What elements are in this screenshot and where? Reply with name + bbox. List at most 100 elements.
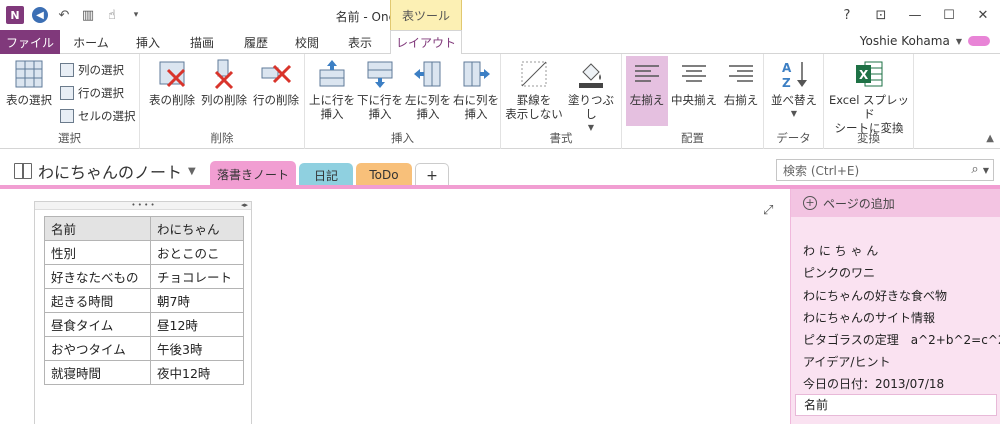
section-tab-drawing[interactable]: 落書きノート bbox=[210, 161, 296, 187]
hide-borders-label1: 罫線を bbox=[516, 93, 552, 107]
page-list-item[interactable]: わ に ち ゃ ん bbox=[803, 242, 878, 259]
table-cell[interactable]: おとこのこ bbox=[150, 240, 244, 265]
table-cell[interactable]: 性別 bbox=[44, 240, 151, 265]
tab-layout[interactable]: レイアウト bbox=[390, 30, 462, 55]
page-list-item[interactable]: ピタゴラスの定理 a^2+b^2=c^2 bbox=[803, 331, 1000, 348]
table-row[interactable]: 性別 おとこのこ bbox=[44, 240, 244, 265]
window-controls: ? ⊡ — ☐ ✕ bbox=[830, 0, 1000, 30]
group-label-delete: 削除 bbox=[210, 131, 234, 145]
table-cell[interactable]: 夜中12時 bbox=[150, 360, 244, 385]
delete-table-button[interactable]: 表の削除 bbox=[146, 58, 198, 107]
search-icon[interactable]: ⌕ ▼ bbox=[971, 162, 989, 177]
table-row[interactable]: 好きなたべもの チョコレート bbox=[44, 264, 244, 289]
tab-file[interactable]: ファイル bbox=[0, 30, 60, 54]
shading-label: 塗りつぶし bbox=[567, 93, 615, 121]
add-page-button[interactable]: + ページの追加 bbox=[791, 189, 1000, 217]
svg-text:A: A bbox=[782, 61, 792, 75]
table-grid-icon bbox=[15, 60, 43, 88]
page-canvas[interactable]: • • • • ◂▸ 名前 わにちゃん 性別 おとこのこ 好きなたべもの チョコレート 起きる… bbox=[0, 189, 790, 424]
align-right-label: 右揃え bbox=[723, 93, 759, 107]
search-input[interactable]: 検索 (Ctrl+E) ⌕ ▼ bbox=[776, 159, 994, 181]
select-column-button[interactable]: 列の選択 bbox=[60, 60, 124, 80]
tab-insert[interactable]: 挿入 bbox=[122, 30, 174, 54]
align-right-icon bbox=[729, 65, 753, 82]
table-cell[interactable]: 朝7時 bbox=[150, 288, 244, 313]
table-row[interactable]: おやつタイム 午後3時 bbox=[44, 336, 244, 361]
align-right-button[interactable]: 右揃え bbox=[720, 58, 762, 107]
collapse-ribbon-icon[interactable]: ▲ bbox=[986, 133, 994, 144]
convert-to-excel-button[interactable]: X Excel スプレッド シートに変換 bbox=[826, 58, 912, 135]
table-move-handle[interactable]: • • • • ◂▸ bbox=[35, 202, 251, 210]
insert-column-left-button[interactable]: 左に列を 挿入 bbox=[405, 58, 451, 121]
page-list-item[interactable]: 今日の日付：2013/07/18 bbox=[803, 375, 944, 392]
chevron-down-icon: ▼ bbox=[790, 109, 798, 118]
chevron-down-icon: ▼ bbox=[955, 36, 962, 46]
user-account[interactable]: Yoshie Kohama ▼ bbox=[860, 34, 990, 48]
section-tab-diary[interactable]: 日記 bbox=[299, 163, 353, 187]
table-row[interactable]: 就寝時間 夜中12時 bbox=[44, 360, 244, 385]
page-list-item[interactable]: アイデア/ヒント bbox=[803, 353, 890, 370]
data-table[interactable]: 名前 わにちゃん 性別 おとこのこ 好きなたべもの チョコレート 起きる時間 朝7時 昼食タイム… bbox=[44, 216, 244, 385]
shading-button[interactable]: 塗りつぶし ▼ bbox=[563, 58, 619, 135]
table-resize-icon[interactable]: ◂▸ bbox=[241, 202, 248, 209]
section-tab-todo[interactable]: ToDo bbox=[356, 163, 412, 187]
svg-text:Z: Z bbox=[782, 76, 791, 90]
convert-label1: Excel スプレッド bbox=[828, 93, 910, 121]
table-row[interactable]: 起きる時間 朝7時 bbox=[44, 288, 244, 313]
select-cell-button[interactable]: セルの選択 bbox=[60, 106, 136, 126]
table-cell[interactable]: わにちゃん bbox=[150, 216, 244, 241]
table-cell[interactable]: 名前 bbox=[44, 216, 151, 241]
table-row[interactable]: 名前 わにちゃん bbox=[44, 216, 244, 241]
maximize-button[interactable]: ☐ bbox=[932, 0, 966, 30]
expand-icon[interactable]: ⤢ bbox=[763, 203, 773, 218]
insert-row-above-icon bbox=[319, 60, 345, 87]
table-cell[interactable]: 就寝時間 bbox=[44, 360, 151, 385]
table-cell[interactable]: おやつタイム bbox=[44, 336, 151, 361]
align-center-button[interactable]: 中央揃え bbox=[670, 58, 718, 107]
table-container[interactable]: • • • • ◂▸ 名前 わにちゃん 性別 おとこのこ 好きなたべもの チョコレート 起きる… bbox=[34, 201, 252, 424]
tab-draw[interactable]: 描画 bbox=[176, 30, 228, 54]
table-cell[interactable]: 昼12時 bbox=[150, 312, 244, 337]
add-section-tab[interactable]: + bbox=[415, 163, 449, 187]
page-list-item[interactable]: わにちゃんのサイト情報 bbox=[803, 309, 935, 326]
sort-button[interactable]: A Z 並べ替え ▼ bbox=[768, 58, 820, 121]
select-table-button[interactable]: 表の選択 bbox=[4, 58, 54, 107]
insert-column-right-icon bbox=[463, 61, 490, 87]
table-row[interactable]: 昼食タイム 昼12時 bbox=[44, 312, 244, 337]
tab-home[interactable]: ホーム bbox=[62, 30, 120, 54]
table-cell[interactable]: 午後3時 bbox=[150, 336, 244, 361]
insert-column-right-button[interactable]: 右に列を 挿入 bbox=[453, 58, 499, 121]
align-center-icon bbox=[682, 65, 706, 82]
select-row-button[interactable]: 行の選択 bbox=[60, 83, 124, 103]
insert-row-above-button[interactable]: 上に行を 挿入 bbox=[309, 58, 355, 121]
table-cell[interactable]: チョコレート bbox=[150, 264, 244, 289]
tab-history[interactable]: 履歴 bbox=[230, 30, 282, 54]
minimize-button[interactable]: — bbox=[898, 0, 932, 30]
close-button[interactable]: ✕ bbox=[966, 0, 1000, 30]
align-left-button[interactable]: 左揃え bbox=[626, 56, 668, 126]
select-cell-label: セルの選択 bbox=[78, 109, 136, 123]
delete-table-label: 表の削除 bbox=[149, 93, 195, 107]
notebook-selector[interactable]: わにちゃんのノート ▼ bbox=[14, 159, 196, 183]
tab-review[interactable]: 校閲 bbox=[284, 30, 330, 54]
hide-borders-button[interactable]: 罫線を 表示しない bbox=[505, 58, 563, 121]
table-cell[interactable]: 好きなたべもの bbox=[44, 264, 151, 289]
full-screen-icon[interactable]: ⊡ bbox=[864, 0, 898, 30]
align-left-icon bbox=[635, 65, 659, 82]
add-icon: + bbox=[803, 196, 817, 210]
page-list-item[interactable]: ピンクのワニ bbox=[803, 264, 875, 281]
insert-row-below-button[interactable]: 下に行を 挿入 bbox=[357, 58, 403, 121]
page-list-item[interactable]: わにちゃんの好きな食べ物 bbox=[803, 287, 947, 304]
table-cell[interactable]: 起きる時間 bbox=[44, 288, 151, 313]
window-title: 名前 - OneNote bbox=[335, 10, 425, 24]
insert-column-left-label2: 挿入 bbox=[416, 107, 440, 121]
table-cell[interactable]: 昼食タイム bbox=[44, 312, 151, 337]
row-icon bbox=[60, 86, 74, 100]
add-page-label: ページの追加 bbox=[823, 196, 895, 211]
tab-view[interactable]: 表示 bbox=[332, 30, 388, 54]
help-icon[interactable]: ? bbox=[830, 0, 864, 30]
delete-row-button[interactable]: 行の削除 bbox=[250, 58, 302, 107]
svg-text:X: X bbox=[859, 68, 869, 82]
delete-column-button[interactable]: 列の削除 bbox=[198, 58, 250, 107]
page-list-item[interactable]: 名前 bbox=[795, 394, 997, 416]
